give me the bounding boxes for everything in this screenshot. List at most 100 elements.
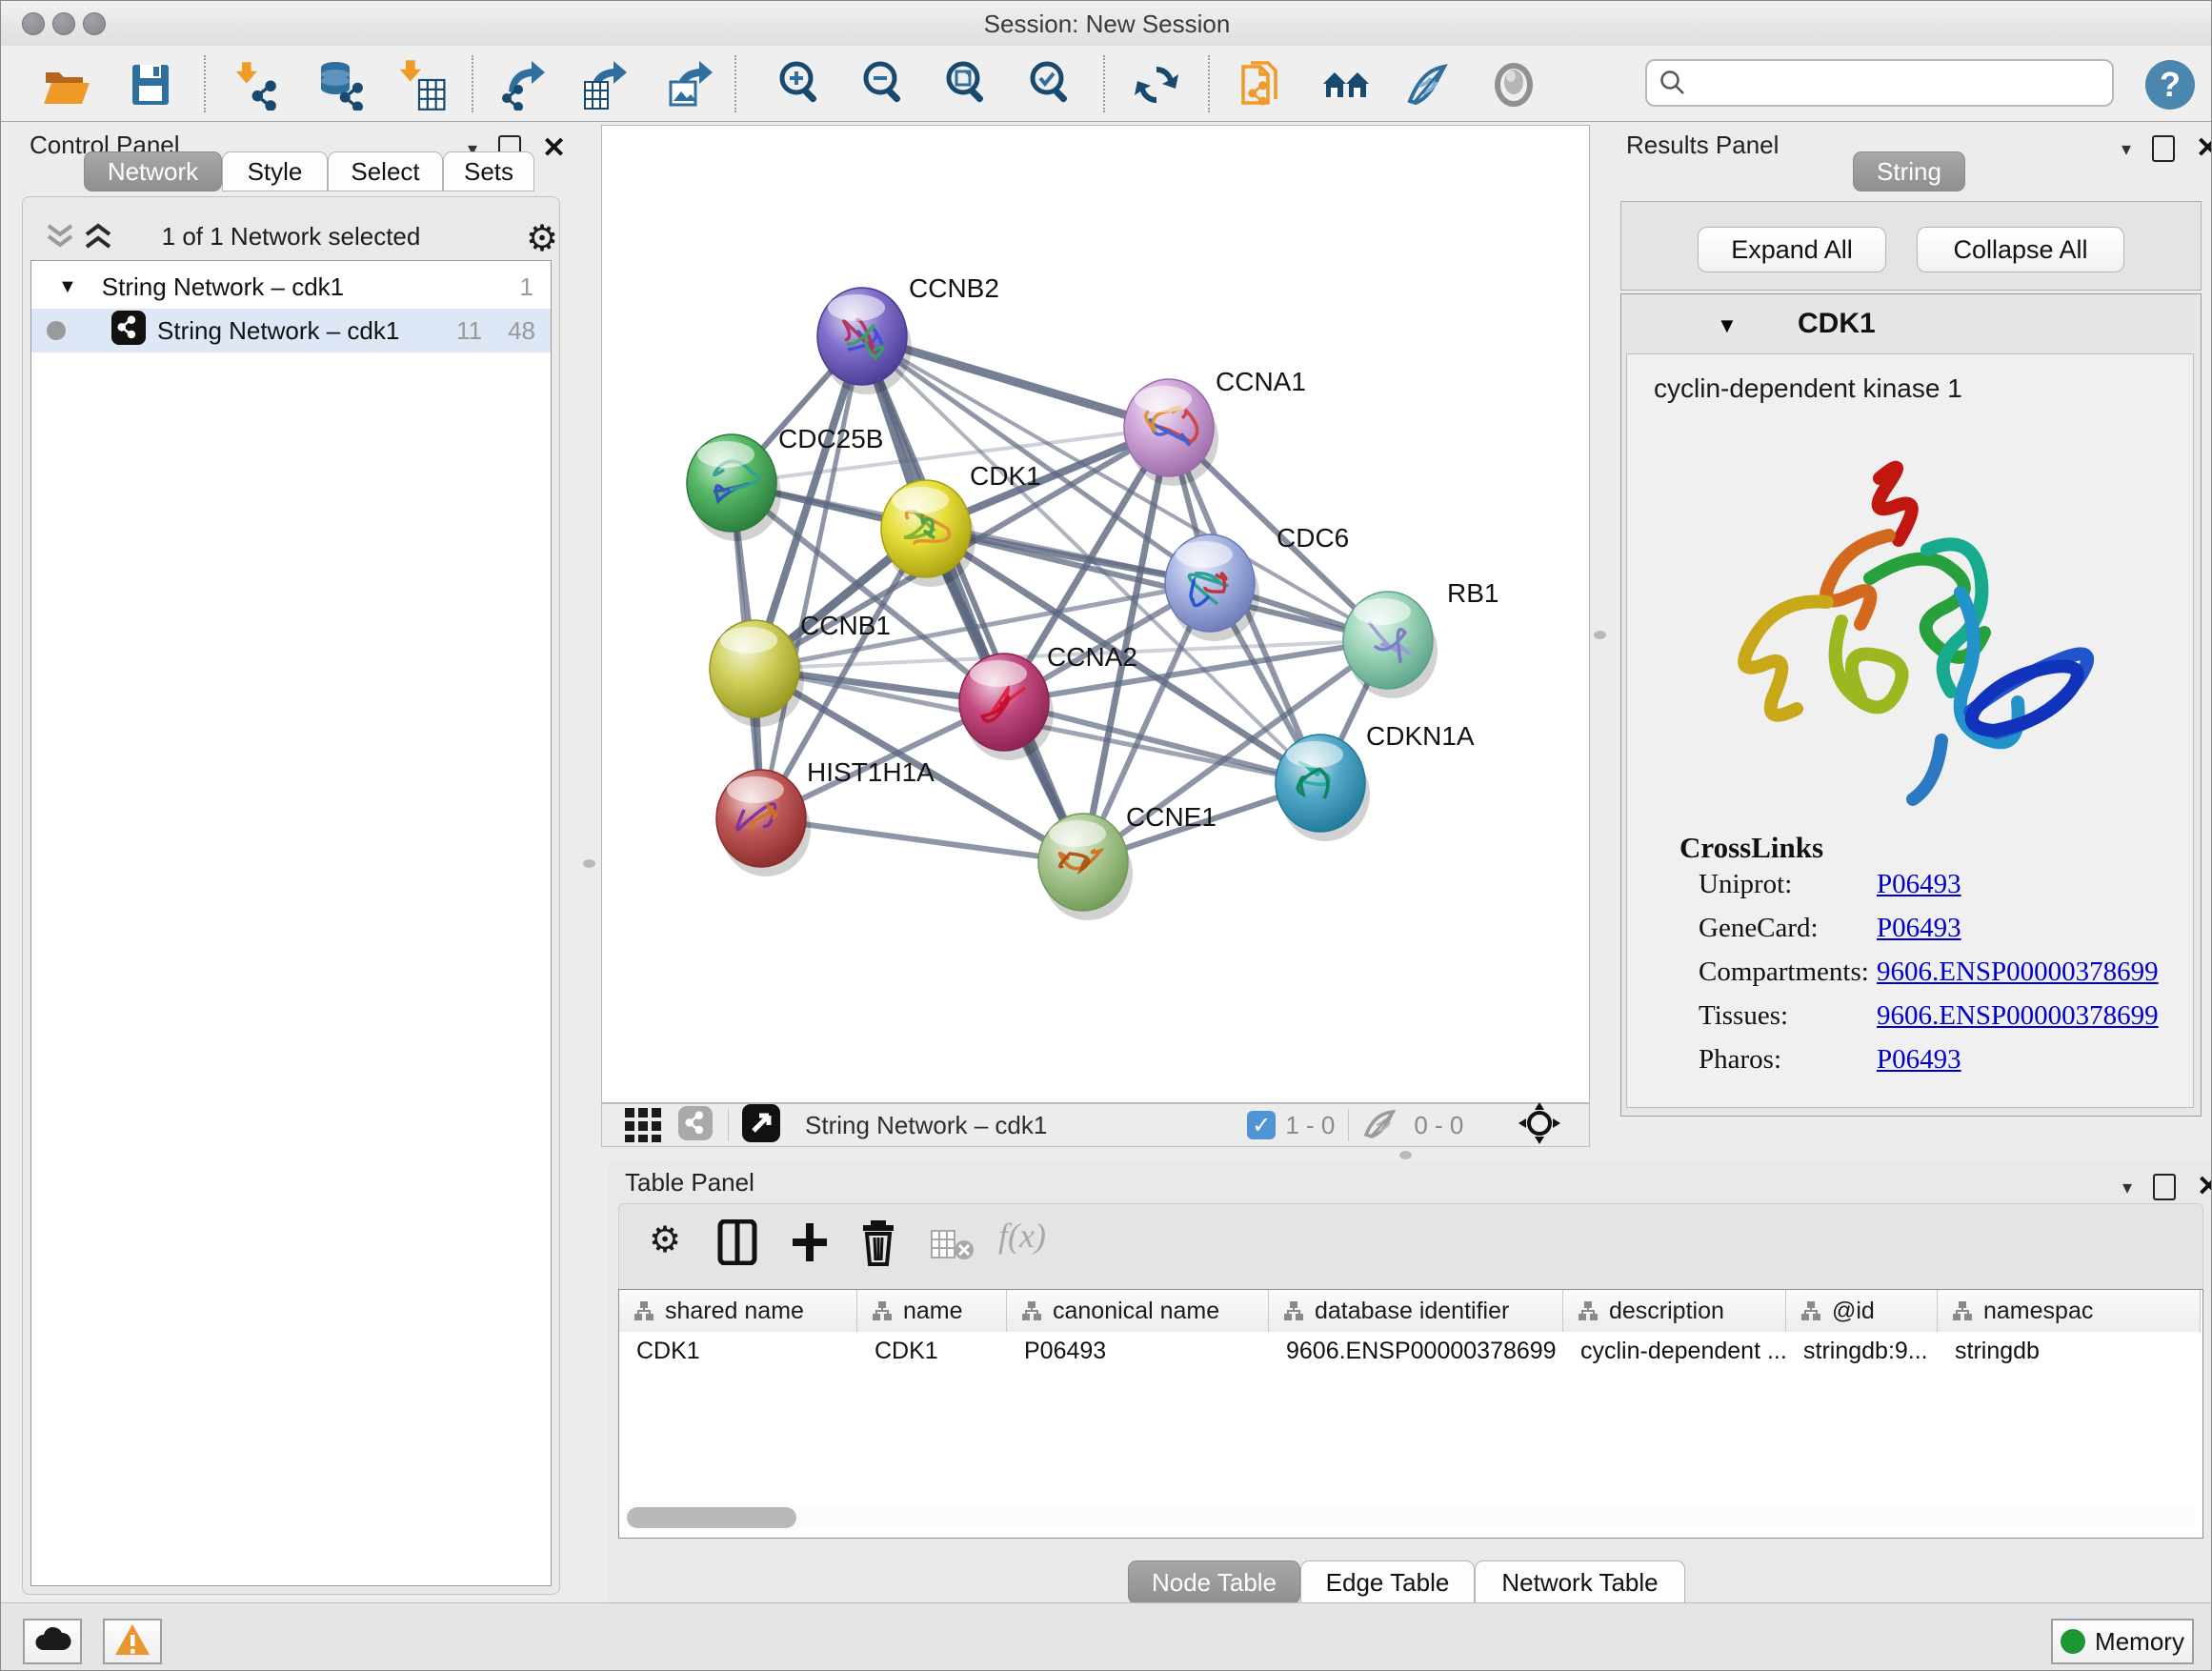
panel-menu-icon[interactable]: ▾ (2122, 137, 2131, 161)
table-cell[interactable]: 9606.ENSP00000378699 (1286, 1338, 1557, 1365)
close-panel-icon[interactable]: ✕ (2196, 137, 2212, 160)
tab-style[interactable]: Style (222, 151, 328, 191)
collection-count: 1 (520, 272, 533, 302)
node-CCNE1[interactable]: CCNE1 (1038, 802, 1217, 920)
node-CDKN1A[interactable]: CDKN1A (1276, 721, 1475, 841)
fit-content-crosshair-icon[interactable] (1518, 1102, 1560, 1149)
zoom-out-icon[interactable] (857, 57, 913, 112)
open-session-icon[interactable] (38, 57, 93, 112)
node-RB1[interactable]: RB1 (1343, 578, 1498, 698)
zoom-in-icon[interactable] (774, 57, 829, 112)
delete-column-icon[interactable] (859, 1218, 897, 1271)
export-image-icon[interactable] (665, 57, 720, 112)
save-session-icon[interactable] (123, 57, 178, 112)
column-header--id[interactable]: @id (1786, 1290, 1938, 1332)
string-import-icon[interactable] (1234, 57, 1289, 112)
node-label: CCNA2 (1047, 642, 1137, 672)
left-splitter-handle[interactable] (583, 859, 595, 868)
results-button-bar: Expand All Collapse All (1620, 201, 2202, 291)
table-cell[interactable]: CDK1 (875, 1338, 938, 1365)
node-HIST1H1A[interactable]: HIST1H1A (716, 757, 935, 876)
crosslink-value-link[interactable]: P06493 (1877, 913, 1961, 944)
float-panel-icon[interactable] (2153, 1174, 2176, 1200)
show-hide-graphics-icon[interactable] (1400, 57, 1456, 112)
crosslink-label: Compartments: (1699, 956, 1869, 988)
import-network-file-icon[interactable] (231, 57, 286, 112)
table-cell[interactable]: P06493 (1024, 1338, 1106, 1365)
export-table-file-icon[interactable] (579, 57, 634, 112)
refresh-icon[interactable] (1129, 57, 1184, 112)
crosslink-value-link[interactable]: 9606.ENSP00000378699 (1877, 956, 2159, 988)
network-overview-icon[interactable] (1318, 57, 1374, 112)
float-panel-icon[interactable] (2152, 135, 2175, 162)
close-panel-icon[interactable]: ✕ (542, 137, 566, 160)
birdseye-view-icon[interactable] (742, 1104, 780, 1147)
string-network-graph[interactable]: CCNB2 CCNA1 CDC25B CDK1 CDC6 RB1 CCNB1 (602, 126, 1589, 1102)
crosslink-value-link[interactable]: P06493 (1877, 869, 1961, 900)
column-header-description[interactable]: description (1563, 1290, 1786, 1332)
table-panel-title: Table Panel (625, 1168, 754, 1198)
right-splitter-handle[interactable] (1594, 631, 1606, 639)
network-collection-row[interactable]: ▼ String Network – cdk1 1 (31, 265, 551, 309)
node-CCNB1[interactable]: CCNB1 (710, 611, 891, 727)
tab-string[interactable]: String (1853, 151, 1965, 191)
tab-edge-table[interactable]: Edge Table (1300, 1560, 1475, 1604)
zoom-fit-icon[interactable] (940, 57, 995, 112)
column-header-canonical-name[interactable]: canonical name (1007, 1290, 1269, 1332)
table-options-gear-icon[interactable]: ⚙ (646, 1221, 684, 1264)
panel-menu-icon[interactable]: ▾ (2122, 1176, 2132, 1199)
crosslink-value-link[interactable]: 9606.ENSP00000378699 (1877, 1000, 2159, 1032)
bottom-splitter-handle[interactable] (1399, 1151, 1412, 1159)
help-icon[interactable]: ? (2142, 57, 2198, 112)
column-header-database-identifier[interactable]: database identifier (1269, 1290, 1563, 1332)
show-columns-icon[interactable] (716, 1219, 758, 1270)
warnings-button[interactable] (103, 1619, 162, 1664)
import-table-file-icon[interactable] (396, 57, 452, 112)
attribute-type-icon (633, 1299, 655, 1322)
close-panel-icon[interactable]: ✕ (2197, 1176, 2212, 1198)
memory-button[interactable]: Memory (2051, 1619, 2194, 1664)
search-input[interactable] (1687, 69, 2112, 97)
scrollbar-thumb[interactable] (627, 1507, 796, 1528)
add-column-icon[interactable] (789, 1219, 831, 1270)
protein-structure-image (1684, 426, 2142, 816)
network-options-gear-icon[interactable]: ⚙ (523, 220, 561, 263)
table-cell[interactable]: stringdb (1955, 1338, 2040, 1365)
tab-node-table[interactable]: Node Table (1128, 1560, 1300, 1604)
import-network-database-icon[interactable] (312, 57, 368, 112)
title-bar: Session: New Session (1, 1, 2212, 47)
svg-text:?: ? (2160, 65, 2181, 104)
tab-network-table[interactable]: Network Table (1475, 1560, 1685, 1604)
tab-sets[interactable]: Sets (443, 151, 534, 191)
level-of-detail-icon[interactable] (1486, 57, 1541, 112)
collapse-all-button[interactable]: Collapse All (1917, 227, 2124, 272)
column-header-name[interactable]: name (857, 1290, 1007, 1332)
table-cell[interactable]: stringdb:9... (1803, 1338, 1928, 1365)
crosslink-value-link[interactable]: P06493 (1877, 1044, 1961, 1076)
network-view-canvas[interactable]: CCNB2 CCNA1 CDC25B CDK1 CDC6 RB1 CCNB1 (601, 125, 1590, 1103)
horizontal-scrollbar[interactable] (623, 1505, 2195, 1530)
zoom-selected-icon[interactable] (1024, 57, 1079, 112)
column-header-shared-name[interactable]: shared name (619, 1290, 857, 1332)
export-network-file-icon[interactable] (497, 57, 553, 112)
collapse-protein-icon[interactable]: ▼ (1717, 313, 1738, 338)
network-row[interactable]: String Network – cdk1 11 48 (31, 309, 551, 352)
node-CDK1[interactable]: CDK1 (881, 461, 1041, 587)
node-table[interactable]: shared name name canonical name database… (618, 1289, 2203, 1539)
column-header-namespac[interactable]: namespac (1938, 1290, 2201, 1332)
tab-select[interactable]: Select (328, 151, 443, 191)
table-cell[interactable]: cyclin-dependent ... (1580, 1338, 1787, 1365)
cloud-status-button[interactable] (23, 1619, 82, 1664)
node-CCNA1[interactable]: CCNA1 (1124, 367, 1306, 486)
node-CCNB2[interactable]: CCNB2 (817, 273, 999, 394)
expand-all-button[interactable]: Expand All (1698, 227, 1886, 272)
collection-expand-icon[interactable]: ▼ (58, 276, 77, 298)
grid-mode-icon[interactable] (623, 1104, 661, 1147)
selected-indicator-checkbox[interactable]: ✓ (1247, 1111, 1276, 1139)
share-view-icon[interactable] (676, 1104, 714, 1147)
results-panel-title: Results Panel (1626, 131, 1779, 160)
table-cell[interactable]: CDK1 (636, 1338, 700, 1365)
search-box[interactable] (1645, 59, 2114, 107)
tab-network[interactable]: Network (84, 151, 222, 191)
protein-details: cyclin-dependent kinase 1 (1626, 353, 2194, 1108)
